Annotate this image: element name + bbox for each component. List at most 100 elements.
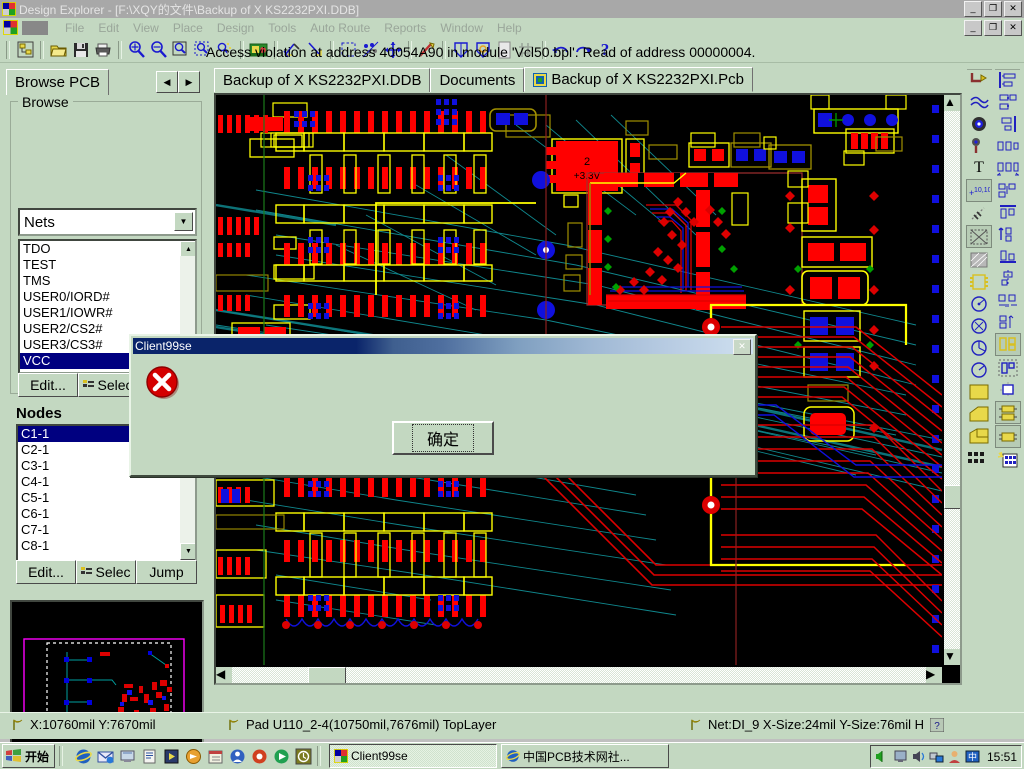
winamp-icon[interactable] xyxy=(183,746,203,766)
list-item[interactable]: C8-1 xyxy=(18,538,178,554)
place-coordinate-icon[interactable]: +10,10 xyxy=(966,179,992,202)
zoom-area-icon[interactable] xyxy=(170,39,192,60)
minimize-button[interactable]: _ xyxy=(964,1,982,17)
list-item[interactable]: TMS xyxy=(20,273,178,289)
align-top-edges-icon[interactable] xyxy=(996,201,1020,222)
document-minimize-button[interactable]: _ xyxy=(964,20,982,36)
place-array-icon[interactable] xyxy=(967,447,991,468)
scrollbar-thumb[interactable] xyxy=(944,485,962,509)
browse-panel-icon[interactable] xyxy=(14,39,36,60)
place-fill-icon[interactable] xyxy=(966,225,992,248)
list-item[interactable]: TDO xyxy=(20,241,178,257)
scroll-down-icon[interactable]: ▼ xyxy=(944,649,960,665)
scroll-left-icon[interactable]: ◀ xyxy=(216,667,232,683)
document-restore-button[interactable]: ❐ xyxy=(984,20,1002,36)
arc-full-circle-icon[interactable] xyxy=(967,359,991,380)
arrange-components-icon[interactable] xyxy=(996,357,1020,378)
restore-button[interactable]: ❐ xyxy=(984,1,1002,17)
arc-center-icon[interactable] xyxy=(967,293,991,314)
print-icon[interactable] xyxy=(92,39,114,60)
list-item[interactable]: C7-1 xyxy=(18,522,178,538)
list-item[interactable]: C5-1 xyxy=(18,490,178,506)
speaker-icon[interactable] xyxy=(911,749,926,764)
place-track-icon[interactable] xyxy=(967,69,991,90)
place-component-icon[interactable] xyxy=(967,271,991,292)
network-icon[interactable] xyxy=(249,746,269,766)
menu-item-reports[interactable]: Reports xyxy=(377,21,433,35)
scroll-down-icon[interactable]: ▼ xyxy=(180,543,197,560)
dialog-ok-button[interactable]: 确定 xyxy=(392,421,494,455)
increase-space-icon[interactable] xyxy=(996,289,1020,310)
place-polygon-icon[interactable] xyxy=(967,249,991,270)
menu-item-file[interactable]: File xyxy=(58,21,91,35)
outlook-express-icon[interactable] xyxy=(95,746,115,766)
help-question-icon[interactable]: ? xyxy=(930,718,944,732)
menu-item-window[interactable]: Window xyxy=(433,21,490,35)
task-button-client99se[interactable]: Client99se xyxy=(329,744,497,768)
node-jump-button[interactable]: Jump xyxy=(136,560,197,584)
taskbar-clock[interactable]: 15:51 xyxy=(987,750,1017,764)
place-pad-icon[interactable] xyxy=(967,113,991,134)
tab-pcb-document[interactable]: Backup of X KS2232PXI.Pcb xyxy=(524,67,753,92)
tab-documents[interactable]: Documents xyxy=(430,68,524,92)
canvas-vertical-scrollbar[interactable]: ▲ ▼ xyxy=(944,95,960,665)
align-top-icon[interactable] xyxy=(996,91,1020,112)
arc-edge-icon[interactable] xyxy=(967,315,991,336)
panel-next-button[interactable]: ▶ xyxy=(178,71,200,93)
media-icon[interactable] xyxy=(161,746,181,766)
arrange-in-rect-icon[interactable] xyxy=(995,333,1021,356)
tab-browse-pcb[interactable]: Browse PCB xyxy=(6,69,109,95)
place-split-plane-icon[interactable] xyxy=(967,403,991,424)
net-edit-button[interactable]: Edit... xyxy=(18,373,78,397)
menu-item-edit[interactable]: Edit xyxy=(91,21,126,35)
place-rect-fill-icon[interactable] xyxy=(967,381,991,402)
clock-icon[interactable] xyxy=(293,746,313,766)
calendar-icon[interactable] xyxy=(205,746,225,766)
tab-ddb-database[interactable]: Backup of X KS2232PXI.DDB xyxy=(214,68,430,92)
menu-item-view[interactable]: View xyxy=(126,21,166,35)
dialog-close-button[interactable]: ✕ xyxy=(733,339,751,355)
network-icon[interactable] xyxy=(929,749,944,764)
monitor-icon[interactable] xyxy=(893,749,908,764)
notepad-icon[interactable] xyxy=(139,746,159,766)
task-button-browser[interactable]: 中国PCB技术网社... xyxy=(501,744,669,768)
scroll-right-icon[interactable]: ▶ xyxy=(926,667,942,683)
document-close-button[interactable]: ✕ xyxy=(1004,20,1022,36)
place-arc-icon[interactable] xyxy=(967,91,991,112)
swap-components-icon[interactable] xyxy=(995,425,1021,448)
document-system-menu-button[interactable] xyxy=(22,21,48,35)
align-right-icon[interactable] xyxy=(996,113,1020,134)
scrollbar-track[interactable] xyxy=(944,111,960,649)
player-icon[interactable] xyxy=(271,746,291,766)
list-item[interactable]: USER0/IORD# xyxy=(20,289,178,305)
swap-pins-icon[interactable] xyxy=(995,401,1021,424)
scroll-up-icon[interactable]: ▲ xyxy=(944,95,960,111)
place-dimension-icon[interactable] xyxy=(967,203,991,224)
node-select-button[interactable]: Selec xyxy=(76,560,136,584)
internet-explorer-icon[interactable] xyxy=(73,746,93,766)
browse-type-select[interactable]: Nets ▼ xyxy=(18,208,197,236)
space-equal-v-icon[interactable] xyxy=(996,179,1020,200)
security-icon[interactable] xyxy=(947,749,962,764)
start-button[interactable]: 开始 xyxy=(2,744,55,768)
volume-icon[interactable] xyxy=(875,749,890,764)
menu-item-help[interactable]: Help xyxy=(490,21,529,35)
arc-any-angle-icon[interactable] xyxy=(967,337,991,358)
zoom-in-icon[interactable] xyxy=(126,39,148,60)
open-file-icon[interactable] xyxy=(48,39,70,60)
update-from-library-icon[interactable] xyxy=(996,449,1020,470)
panel-prev-button[interactable]: ◀ xyxy=(156,71,178,93)
menu-item-auto-route[interactable]: Auto Route xyxy=(303,21,377,35)
close-button[interactable]: ✕ xyxy=(1004,1,1022,17)
list-item[interactable]: C6-1 xyxy=(18,506,178,522)
input-method-icon[interactable]: 中 xyxy=(965,749,980,764)
scrollbar-thumb[interactable] xyxy=(308,667,346,685)
node-edit-button[interactable]: Edit... xyxy=(16,560,76,584)
show-desktop-icon[interactable] xyxy=(117,746,137,766)
place-string-icon[interactable]: T xyxy=(967,157,991,178)
place-room-icon[interactable] xyxy=(967,425,991,446)
save-icon[interactable] xyxy=(70,39,92,60)
align-spacing-h-icon[interactable] xyxy=(996,135,1020,156)
space-equal-h-icon[interactable] xyxy=(996,157,1020,178)
align-left-icon[interactable] xyxy=(996,69,1020,90)
